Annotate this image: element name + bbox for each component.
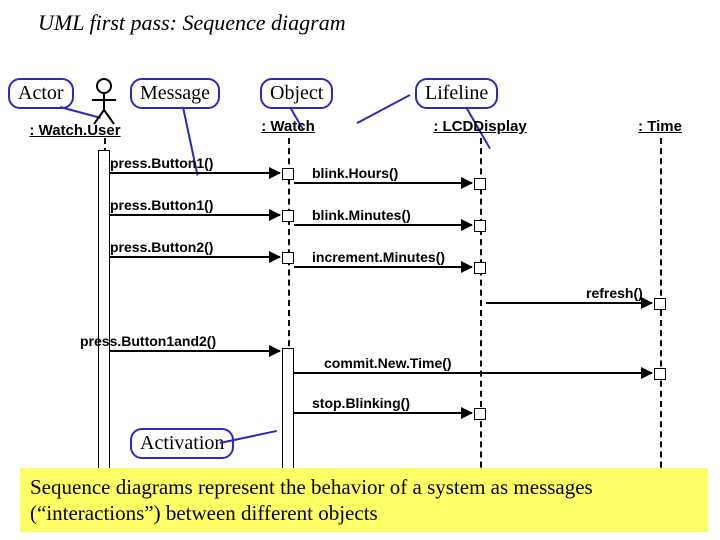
- msg-label: press.Button2(): [110, 239, 213, 255]
- actor-icon: [89, 78, 119, 128]
- lifeline-lcddisplay: [480, 138, 482, 498]
- msg-label: press.Button1and2(): [80, 333, 216, 349]
- activation-watch: [282, 168, 294, 180]
- activation-lcd: [474, 178, 486, 190]
- sequence-diagram: Actor Message Object Lifeline Activation…: [0, 60, 720, 480]
- callout-line: [357, 94, 411, 124]
- activation-watch: [282, 210, 294, 222]
- msg-label: stop.Blinking(): [312, 395, 410, 411]
- msg-blinkminutes: blink.Minutes(): [294, 224, 474, 244]
- msg-label: increment.Minutes(): [312, 249, 445, 265]
- msg-label: commit.New.Time(): [324, 355, 452, 371]
- legend-message: Message: [130, 78, 220, 109]
- msg-label: blink.Minutes(): [312, 207, 411, 223]
- msg-incrementminutes: increment.Minutes(): [294, 266, 474, 286]
- caption: Sequence diagrams represent the behavior…: [20, 468, 708, 533]
- msg-commit: commit.New.Time(): [294, 372, 654, 392]
- activation-lcd: [474, 262, 486, 274]
- legend-lifeline: Lifeline: [415, 78, 498, 109]
- msg-pressbutton1-b: press.Button1(): [110, 214, 282, 234]
- lifeline-watchuser-label: : Watch.User: [29, 122, 120, 139]
- lifeline-time: [660, 138, 662, 498]
- msg-refresh: refresh(): [486, 302, 654, 322]
- page-title: UML first pass: Sequence diagram: [0, 0, 720, 36]
- lifeline-watch-label: : Watch: [261, 118, 315, 135]
- legend-object: Object: [260, 78, 333, 109]
- activation-lcd: [474, 220, 486, 232]
- activation-watch: [282, 252, 294, 264]
- msg-label: blink.Hours(): [312, 165, 398, 181]
- msg-label: press.Button1(): [110, 155, 213, 171]
- lifeline-lcddisplay-label: : LCDDisplay: [433, 118, 526, 135]
- activation-lcd: [474, 408, 486, 420]
- msg-pressbutton1and2: press.Button1and2(): [110, 350, 282, 370]
- msg-label: press.Button1(): [110, 197, 213, 213]
- activation-time: [654, 298, 666, 310]
- activation-time: [654, 368, 666, 380]
- activation-watchuser: [98, 150, 110, 480]
- msg-label: refresh(): [586, 285, 643, 301]
- msg-blinkhours: blink.Hours(): [294, 182, 474, 202]
- legend-actor: Actor: [8, 78, 74, 109]
- msg-pressbutton1-a: press.Button1(): [110, 172, 282, 192]
- legend-activation: Activation: [130, 428, 234, 459]
- activation-watch: [282, 348, 294, 472]
- msg-pressbutton2: press.Button2(): [110, 256, 282, 276]
- msg-stopblinking: stop.Blinking(): [294, 412, 474, 432]
- lifeline-time-label: : Time: [638, 118, 682, 135]
